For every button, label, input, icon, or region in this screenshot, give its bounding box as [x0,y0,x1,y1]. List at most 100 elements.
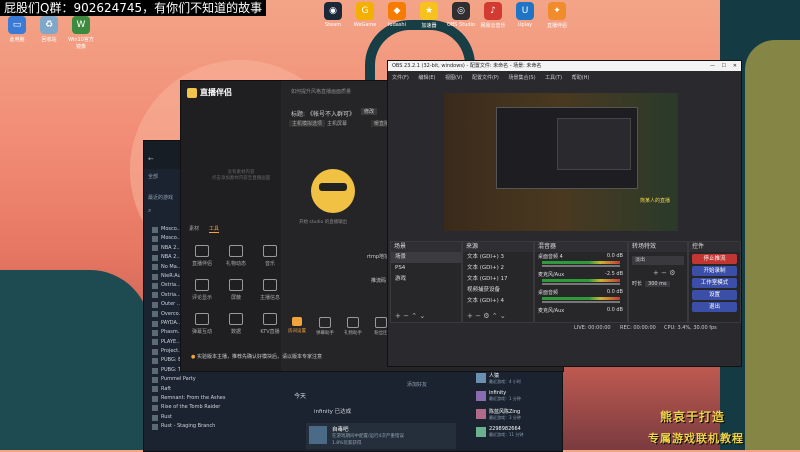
tool-item[interactable]: 主播信息 [253,273,287,307]
edit-title-button[interactable]: 修改 [361,108,378,115]
tab-danmaku[interactable]: 弹幕助手 [313,317,337,336]
tool-item[interactable]: 礼物动态 [219,239,253,273]
gear-icon[interactable]: ⚙ [669,269,675,277]
tab-material[interactable]: 素材 [189,225,199,232]
desktop-icon-steam[interactable]: ◉ Steam [318,2,348,29]
recycle-bin-icon: ♻ [40,16,58,34]
source-item[interactable]: 文本 (GDI+) 4 [463,296,533,307]
add-friend-button[interactable]: 添加好友 [407,381,427,388]
center-hint: 开始 studio 的直播输出 [299,220,348,225]
mixer-dock: 混音器 桌面音频 4 0.0 dB 麦克风/Aux -2.5 dB 桌面音频 0… [534,241,628,323]
minimize-icon[interactable]: — [710,61,715,71]
desktop-icon-accelerator[interactable]: ★ 加速器 [414,2,444,29]
desktop-icon-ludashi[interactable]: ◆ ludashi [382,2,412,29]
tool-item[interactable]: 数据 [219,307,253,341]
settings-button[interactable]: 设置 [692,290,737,300]
source-item[interactable]: 文本 (GDI+) 17 [463,274,533,285]
source-item[interactable]: 文本 (GDI+) 3 [463,252,533,263]
transition-select[interactable]: 淡出 [632,256,684,265]
exit-button[interactable]: 退出 [692,302,737,312]
tool-item[interactable]: 评论显示 [185,273,219,307]
list-item[interactable]: Rust [150,413,285,422]
down-icon[interactable]: ⌄ [419,312,425,320]
start-recording-button[interactable]: 开始录制 [692,266,737,276]
tab-tool[interactable]: 工具 [209,225,220,233]
remove-icon[interactable]: − [475,312,481,320]
desktop-icon-recycle-bin[interactable]: ♻ 回收站 [34,16,64,50]
steam-filter[interactable]: 全部 [148,173,158,180]
friend-row[interactable]: 2298982664 最近游戏：11 分钟 [476,423,562,441]
menu-edit[interactable]: 编辑(E) [418,75,435,81]
transitions-title: 转场特效 [629,242,687,252]
tab-room-settings[interactable]: 房间设置 [285,317,309,336]
tool-item[interactable]: 屏蔽 [219,273,253,307]
source-item[interactable]: 视频捕获设备 [463,285,533,296]
mixer-track: 桌面音频 4 0.0 dB [535,252,627,270]
live-top-tip[interactable]: 如何提升风格直播画面质量 [291,88,351,95]
back-arrow-icon[interactable]: ← [148,155,154,163]
tab-gifts[interactable]: 礼物助手 [341,317,365,336]
controls-dock: 控件 停止推流 开始录制 工作室模式 设置 退出 [688,241,741,323]
desktop-icon-win10[interactable]: W Win10官方镜像 [66,16,96,50]
desktop-icon-this-pc[interactable]: ▭ 此电脑 [2,16,32,50]
search-icon[interactable]: ⌕ [148,207,151,215]
game-icon [152,405,158,412]
friend-row[interactable]: 陈蓝风陈Zing 最近游戏：3 分钟 [476,405,562,423]
game-icon [152,339,158,346]
menu-view[interactable]: 视图(V) [445,75,462,81]
room-icon [292,317,302,326]
list-item[interactable]: Remnant: From the Ashes [150,394,285,403]
volume-slider[interactable] [542,265,620,267]
feed-today: 今天 [294,393,307,400]
scene-item[interactable]: PS4 [391,263,461,274]
volume-slider[interactable] [542,283,620,285]
menu-help[interactable]: 帮助(H) [572,75,590,81]
up-icon[interactable]: ⌃ [411,312,417,320]
stop-streaming-button[interactable]: 停止推流 [692,254,737,264]
scene-item[interactable]: 游戏 [391,274,461,285]
close-icon[interactable]: ✕ [733,61,737,71]
add-icon[interactable]: + [395,312,401,320]
achievement-card[interactable]: 自毒吧 在游戏期间中配置/运行4次严重错误 1.8%玩家获得 [306,423,456,449]
scene-item[interactable]: 场景 [391,252,461,263]
stream-title[interactable]: 《帐号不入群可》 [307,109,355,118]
list-item[interactable]: Rust - Staging Branch [150,422,285,431]
menu-file[interactable]: 文件(F) [392,75,409,81]
studio-mode-button[interactable]: 工作室模式 [692,278,737,288]
music-icon: ♪ [484,2,502,20]
list-item[interactable]: Rise of the Tomb Raider [150,403,285,412]
category-chip[interactable]: 主机模拟选项 [289,120,326,127]
volume-slider[interactable] [542,301,620,303]
list-item[interactable]: Pummel Party [150,375,285,384]
desktop-icon-obs[interactable]: ◎ OBS Studio [446,2,476,29]
source-item[interactable]: 文本 (GDI+) 2 [463,263,533,274]
friend-row[interactable]: infinity 最近游戏：1 分钟 [476,387,562,405]
desktop-icon-wegame[interactable]: G WeGame [350,2,380,29]
menu-scene-collection[interactable]: 场景集合(S) [508,75,535,81]
menu-profile[interactable]: 配置文件(P) [472,75,499,81]
tool-item[interactable]: 弹幕互动 [185,307,219,341]
gear-icon[interactable]: ⚙ [483,312,489,320]
up-icon[interactable]: ⌃ [492,312,498,320]
duration-input[interactable]: 300 ms [645,280,670,287]
obs-preview[interactable]: 熊某人的直播 [444,93,678,231]
tool-icon [263,313,277,325]
feed-item-title[interactable]: infinity 已达成 [314,407,351,415]
sources-dock: 来源 文本 (GDI+) 3 文本 (GDI+) 2 文本 (GDI+) 17 … [462,241,534,323]
down-icon[interactable]: ⌄ [500,312,506,320]
add-icon[interactable]: + [467,312,473,320]
maximize-icon[interactable]: ☐ [722,61,726,71]
remove-icon[interactable]: − [661,269,667,277]
desktop-icon-netease-music[interactable]: ♪ 网易云音乐 [478,2,508,29]
list-item[interactable]: Raft [150,385,285,394]
category-chip-2[interactable]: 主机屏幕 [327,120,347,127]
desktop-icon-uplay[interactable]: U Uplay [510,2,540,29]
tool-item[interactable]: KTV直播 [253,307,287,341]
desktop-icon-live-assistant[interactable]: ✦ 直播伴侣 [542,2,572,29]
add-icon[interactable]: + [653,269,659,277]
tool-item[interactable]: 直播伴侣 [185,239,219,273]
tool-item[interactable]: 音乐 [253,239,287,273]
menu-tools[interactable]: 工具(T) [545,75,562,81]
game-icon [152,358,158,365]
remove-icon[interactable]: − [403,312,409,320]
